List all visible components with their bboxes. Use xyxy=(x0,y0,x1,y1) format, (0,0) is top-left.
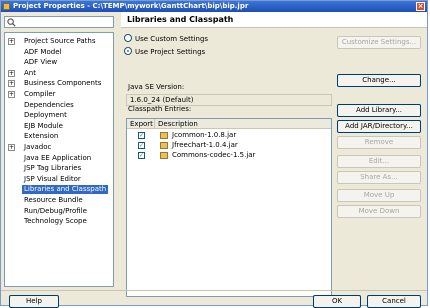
footer-divider xyxy=(1,290,427,291)
app-icon xyxy=(3,3,10,10)
classpath-table: Export Description ✓ Jcommon-1.0.8.jar ✓ Jf… xyxy=(126,118,332,297)
tree-item[interactable]: + Compiler xyxy=(5,90,113,99)
radio-icon xyxy=(124,34,132,42)
close-icon[interactable]: × xyxy=(416,2,425,11)
jar-icon xyxy=(160,152,168,159)
tree-item-label: EJB Module xyxy=(24,121,63,130)
jar-name: Commons-codec-1.5.jar xyxy=(172,151,256,159)
tree-item[interactable]: + Ant xyxy=(5,69,113,78)
expand-icon[interactable]: + xyxy=(8,69,15,77)
jar-icon xyxy=(160,132,168,139)
panel-header: Libraries and Classpath xyxy=(121,12,427,28)
project-properties-dialog: Project Properties - C:\TEMP\mywork\Gant… xyxy=(0,0,428,308)
export-checkbox[interactable]: ✓ xyxy=(138,142,145,149)
tree-item[interactable]: JSP Tag Libraries xyxy=(5,164,113,173)
expand-icon[interactable]: + xyxy=(8,91,15,98)
java-se-version-label: Java SE Version: xyxy=(128,83,185,91)
tree-item[interactable]: ADF Model xyxy=(5,48,113,57)
expand-icon[interactable]: + xyxy=(8,38,15,45)
tree-item[interactable]: Resource Bundle xyxy=(5,196,113,205)
tree-item-label: Resource Bundle xyxy=(24,196,83,204)
tree-item-label: Project Source Paths xyxy=(24,37,96,45)
customize-settings-button[interactable]: Customize Settings... xyxy=(337,36,421,49)
search-icon xyxy=(7,18,16,27)
tree-item-label: Java EE Application xyxy=(24,153,92,162)
tree-item-label: ADF Model xyxy=(24,47,62,56)
tree-item-label: Libraries and Classpath xyxy=(22,185,109,195)
use-project-settings-label: Use Project Settings xyxy=(135,48,206,56)
tree-item[interactable]: EJB Module xyxy=(5,122,113,131)
export-checkbox[interactable]: ✓ xyxy=(138,152,145,159)
tree-item-label: Extension xyxy=(24,132,59,141)
tree-item[interactable]: Deployment xyxy=(5,111,113,120)
tree-item[interactable]: + Business Components xyxy=(5,79,113,88)
tree-item[interactable]: Technology Scope xyxy=(5,217,113,226)
move-down-button[interactable]: Move Down xyxy=(337,205,421,218)
jar-icon xyxy=(160,142,168,149)
tree-item[interactable]: JSP Visual Editor xyxy=(5,175,113,184)
tree-item-label: Compiler xyxy=(24,90,56,98)
tree-item[interactable]: Libraries and Classpath xyxy=(5,185,113,195)
jar-name: Jfreechart-1.0.4.jar xyxy=(172,141,238,149)
dialog-content: + Project Source Paths ADF Model ADF View + A… xyxy=(1,12,427,308)
tree-item[interactable]: + Javadoc xyxy=(5,143,113,152)
share-as-button[interactable]: Share As... xyxy=(337,171,421,184)
add-jar-directory-button[interactable]: Add JAR/Directory... xyxy=(337,120,421,133)
tree-item-label: JSP Tag Libraries xyxy=(24,164,82,173)
tree-item[interactable]: Extension xyxy=(5,132,113,141)
export-column-header[interactable]: Export xyxy=(127,119,155,129)
table-row[interactable]: ✓ Jfreechart-1.0.4.jar xyxy=(127,141,331,150)
jar-name: Jcommon-1.0.8.jar xyxy=(172,131,237,139)
export-checkbox[interactable]: ✓ xyxy=(138,132,145,139)
cancel-button[interactable]: Cancel xyxy=(367,295,421,308)
use-project-settings-radio[interactable]: Use Project Settings xyxy=(124,47,205,57)
table-header: Export Description xyxy=(127,119,331,129)
tree-item-label: Ant xyxy=(24,68,36,77)
classpath-entries-label: Classpath Entries: xyxy=(128,105,192,113)
tree-item-label: Business Components xyxy=(24,79,102,88)
tree-item[interactable]: Dependencies xyxy=(5,101,113,110)
use-custom-settings-label: Use Custom Settings xyxy=(135,35,209,43)
description-column-header[interactable]: Description xyxy=(155,119,198,129)
tree-item[interactable]: Run/Debug/Profile xyxy=(5,207,113,216)
table-row[interactable]: ✓ Commons-codec-1.5.jar xyxy=(127,151,331,160)
tree-item-label: Deployment xyxy=(24,111,67,120)
tree-search-input[interactable] xyxy=(4,16,114,28)
tree-item-label: Javadoc xyxy=(24,143,52,151)
use-custom-settings-radio[interactable]: Use Custom Settings xyxy=(124,34,208,44)
tree-item[interactable]: Java EE Application xyxy=(5,154,113,163)
settings-tree: + Project Source Paths ADF Model ADF View + A… xyxy=(4,32,114,287)
page-title: Libraries and Classpath xyxy=(127,15,234,24)
expand-icon[interactable]: + xyxy=(8,144,15,151)
tree-item-label: ADF View xyxy=(24,58,58,67)
table-row[interactable]: ✓ Jcommon-1.0.8.jar xyxy=(127,131,331,140)
expand-icon[interactable]: + xyxy=(8,80,15,88)
remove-button[interactable]: Remove xyxy=(337,136,421,149)
tree-item[interactable]: + Project Source Paths xyxy=(5,37,113,46)
ok-button[interactable]: OK xyxy=(313,295,361,308)
tree-item-label: Run/Debug/Profile xyxy=(24,206,87,215)
edit-button[interactable]: Edit... xyxy=(337,155,421,168)
tree-item-label: Dependencies xyxy=(24,100,74,109)
title-bar: Project Properties - C:\TEMP\mywork\Gant… xyxy=(1,1,427,12)
window-title: Project Properties - C:\TEMP\mywork\Gant… xyxy=(13,2,249,10)
move-up-button[interactable]: Move Up xyxy=(337,189,421,202)
add-library-button[interactable]: Add Library... xyxy=(337,104,421,117)
tree-item-label: Technology Scope xyxy=(24,217,87,226)
tree-item-label: JSP Visual Editor xyxy=(24,174,81,183)
help-button[interactable]: Help xyxy=(9,295,59,308)
radio-selected-icon xyxy=(124,47,132,55)
tree-item[interactable]: ADF View xyxy=(5,58,113,67)
change-button[interactable]: Change... xyxy=(337,74,421,87)
